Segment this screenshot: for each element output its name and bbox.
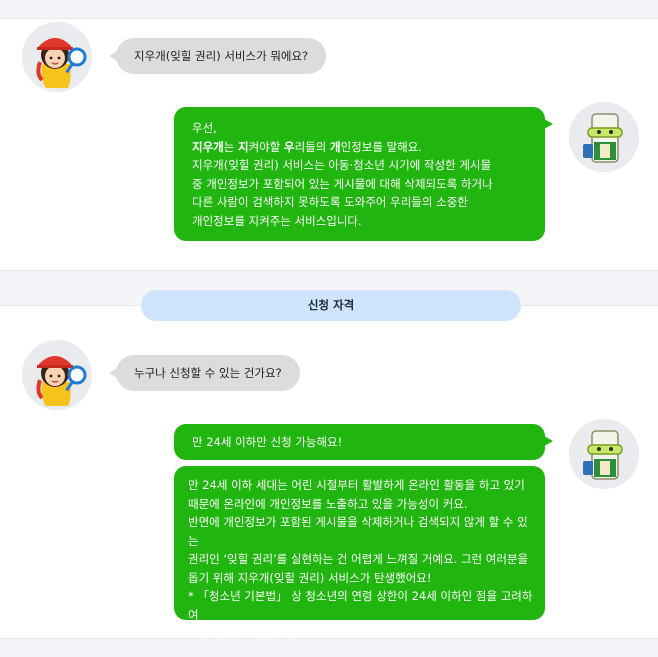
answer-short-text: 만 24세 이하만 신청 가능해요! <box>192 435 343 449</box>
answer-body-line: 지우개(잊힐 권리) 서비스는 아동·청소년 시기에 작성한 게시물 <box>192 158 492 172</box>
answer-body-line: 다른 사람이 검색하지 못하도록 도와주어 우리들의 소중한 <box>192 195 468 209</box>
answer-acronym-line: 지우개는 지켜야할 우리들의 개인정보를 말해요. <box>192 139 422 154</box>
answer-long-line: 권리인 ‘잊힐 권리’를 실현하는 건 어렵게 느껴질 거예요. 그런 여러분을 <box>188 552 529 566</box>
answer-long-line: 때문에 온라인에 개인정보를 노출하고 있을 가능성이 커요. <box>188 496 468 511</box>
answer-long-line: 돕기 위해 지우개(잊힐 권리) 서비스가 탄생했어요! <box>188 570 432 585</box>
answer-bubble: 우선, 지우개는 지켜야할 우리들의 개인정보를 말해요. 지우개(잊힐 권리)… <box>174 107 553 241</box>
eligibility-section-header: 신청 자격 <box>141 290 521 321</box>
answer-body-line: 중 개인정보가 포함되어 있는 게시물에 대해 삭제되도록 하거나 <box>192 176 493 191</box>
answer-long-line: 반면에 개인정보가 포함된 게시물을 삭제하거나 검색되지 않게 할 수 있는 <box>188 515 528 548</box>
answer-long-line: * 「청소년 기본법」 상 청소년의 연령 상한이 24세 이하인 점을 고려하… <box>188 589 533 622</box>
answer-long-line: 만 24세 이하 세대는 어린 시절부터 활발하게 온라인 활동을 하고 있기 <box>188 478 525 492</box>
answer-long-bubble: 만 24세 이하 세대는 어린 시절부터 활발하게 온라인 활동을 하고 있기 … <box>174 466 545 640</box>
answer-long-line: 신청 자격을 설정했어요. <box>188 626 305 640</box>
question-bubble: 누구나 신청할 수 있는 건가요? <box>109 355 300 391</box>
answer-short-bubble: 만 24세 이하만 신청 가능해요! <box>174 424 553 460</box>
question-bubble: 지우개(잊힐 권리) 서비스가 뭐에요? <box>108 38 327 74</box>
girl-detective-avatar <box>22 340 92 410</box>
answer-body-line: 개인정보를 지켜주는 서비스입니다. <box>192 213 362 228</box>
girl-detective-icon <box>22 340 92 410</box>
girl-detective-icon <box>22 22 92 92</box>
eraser-mascot-icon <box>569 419 639 489</box>
answer-intro: 우선, <box>192 121 217 135</box>
girl-detective-avatar <box>22 22 92 92</box>
eraser-mascot-icon <box>569 102 639 172</box>
eraser-mascot-avatar <box>569 419 639 489</box>
eraser-mascot-avatar <box>569 102 639 172</box>
